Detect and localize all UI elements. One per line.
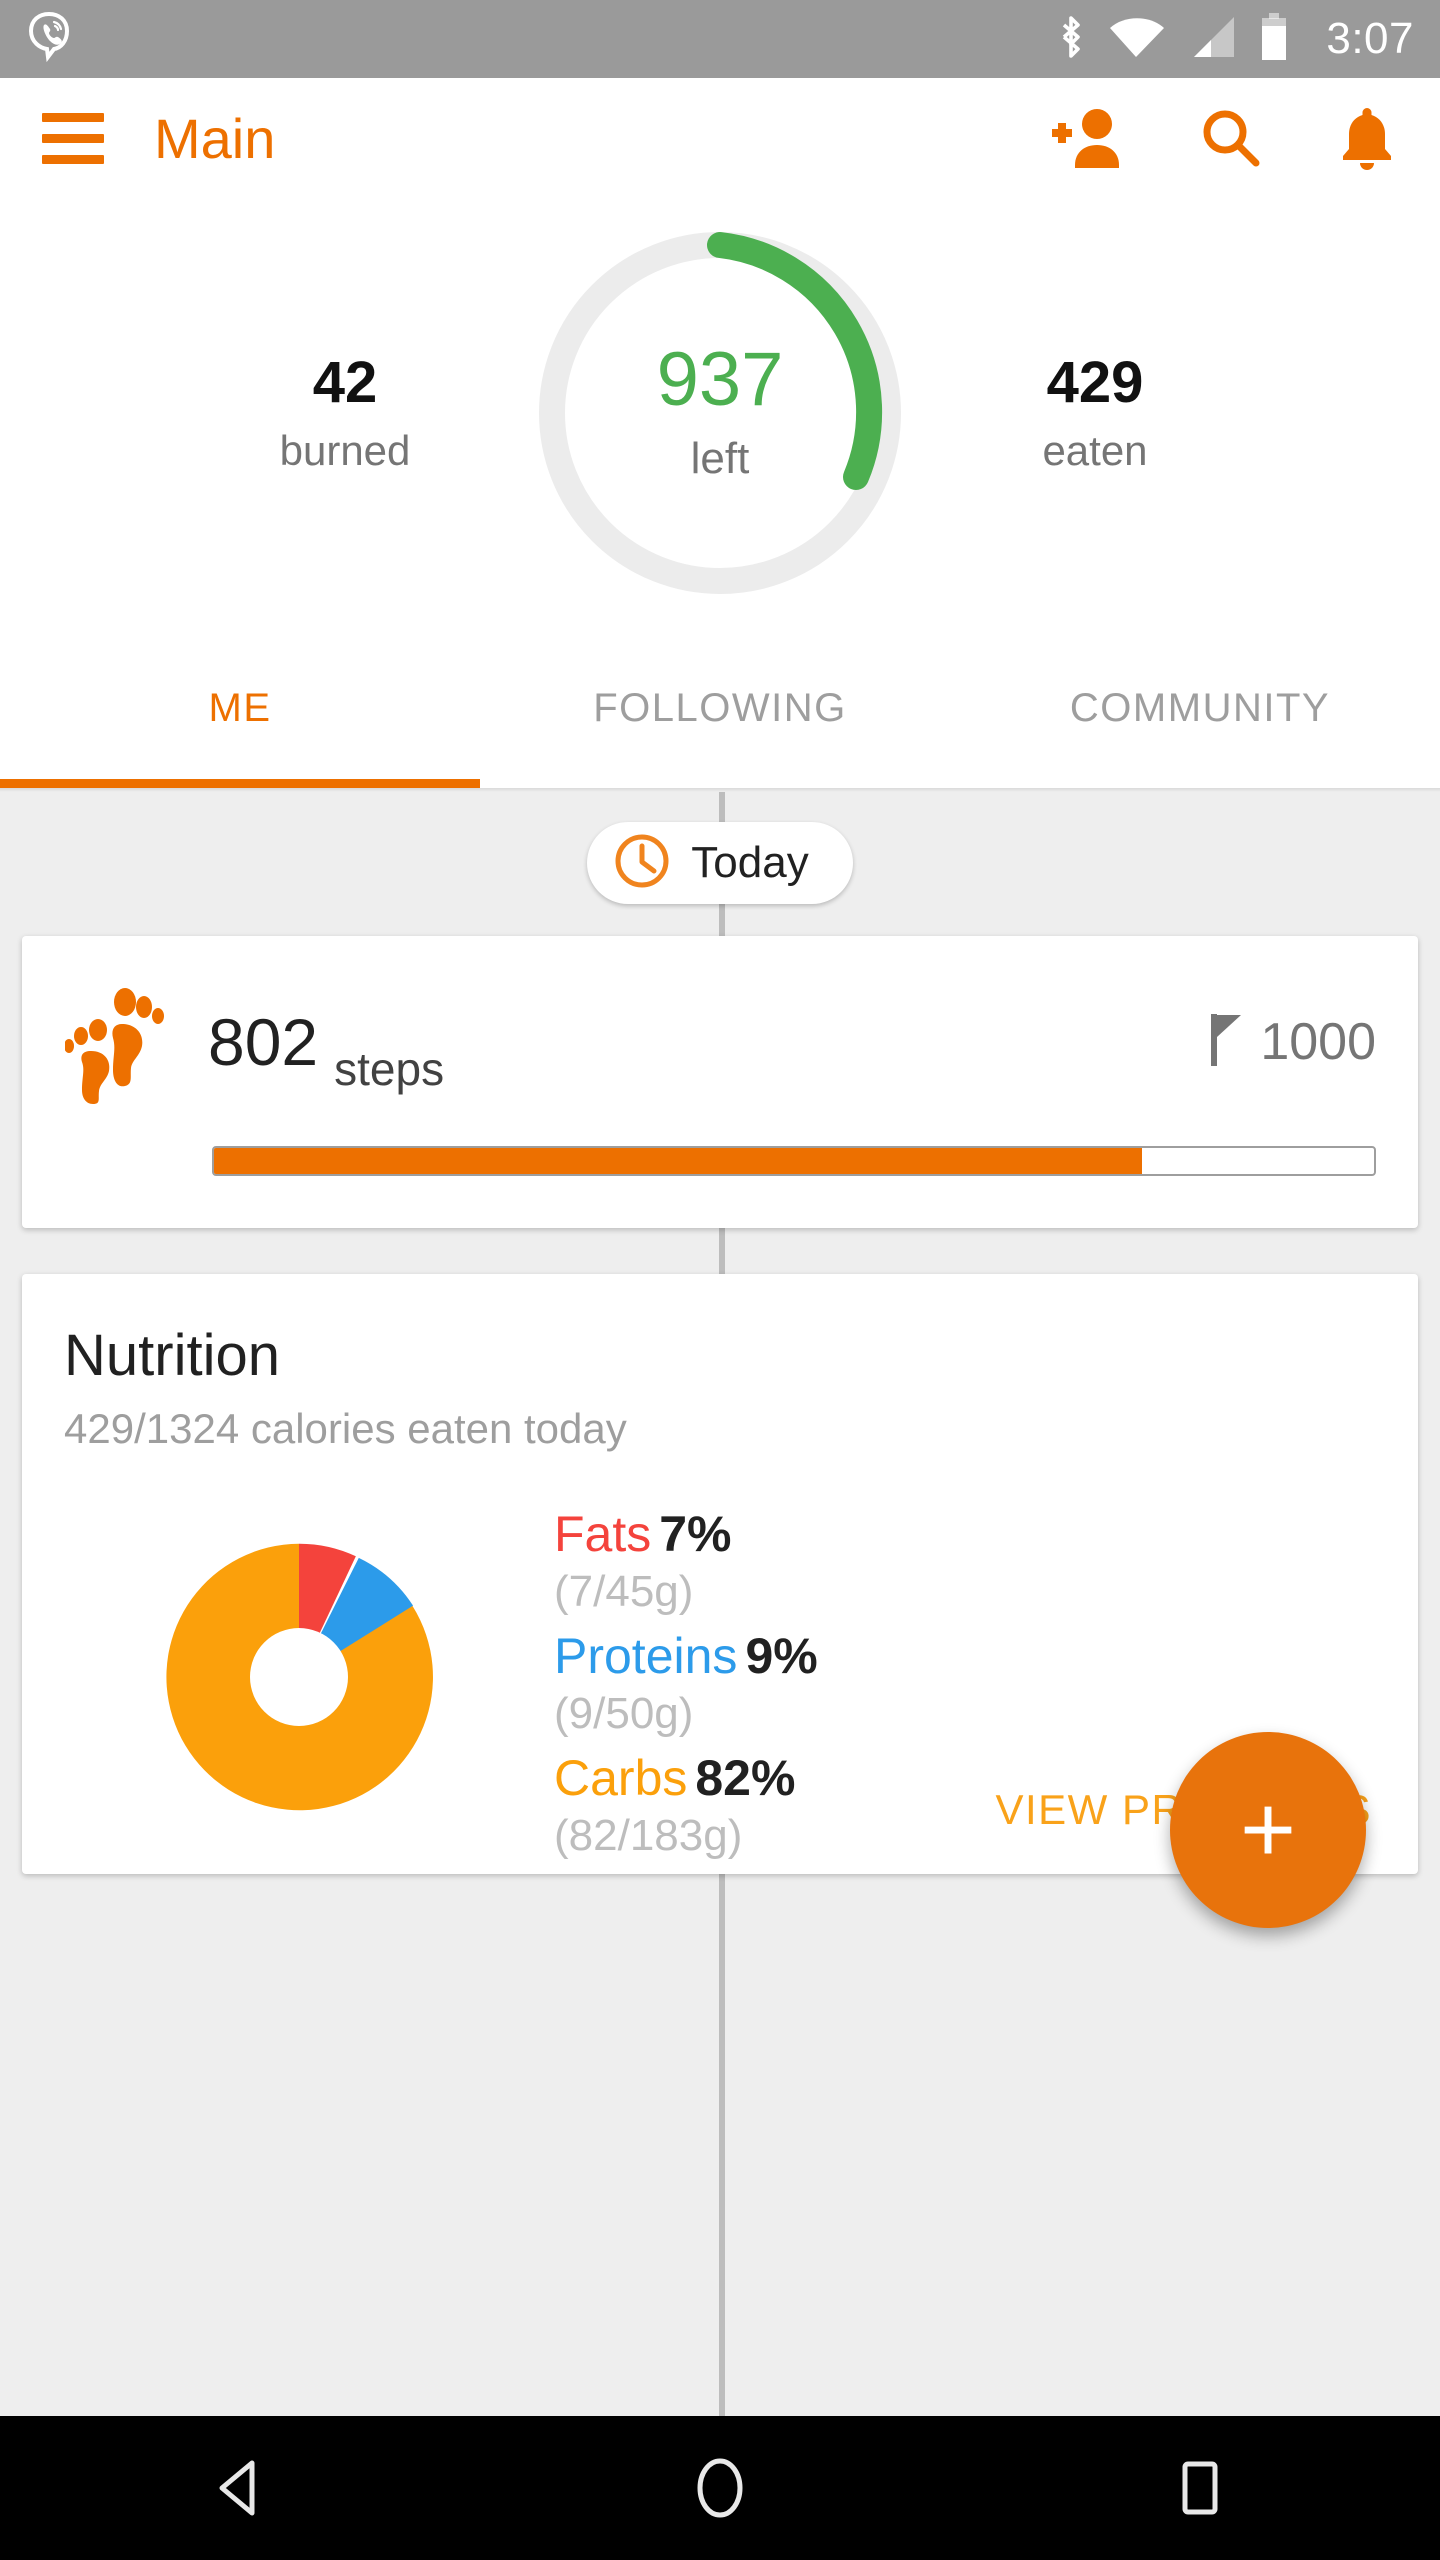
eaten-stat: 429 eaten	[930, 351, 1260, 475]
flag-icon	[1210, 1012, 1244, 1073]
back-triangle-icon[interactable]	[160, 2416, 320, 2560]
fats-label: Fats	[554, 1506, 652, 1562]
proteins-detail: (9/50g)	[554, 1689, 694, 1738]
cell-signal-icon	[1186, 15, 1236, 64]
page-title: Main	[154, 106, 276, 170]
legend-item-proteins: Proteins 9% (9/50g)	[554, 1627, 818, 1739]
fats-percent: 7%	[659, 1506, 732, 1562]
search-icon[interactable]	[1198, 105, 1264, 171]
app-bar: Main	[0, 78, 1440, 198]
status-bar-right: 3:07	[1056, 12, 1414, 67]
proteins-percent: 9%	[745, 1628, 818, 1684]
add-person-icon[interactable]	[1048, 107, 1126, 169]
carbs-percent: 82%	[695, 1750, 796, 1806]
viber-icon	[26, 11, 72, 68]
bell-icon[interactable]	[1336, 104, 1398, 172]
calories-left-ring: 937 left	[510, 213, 930, 613]
today-chip[interactable]: Today	[587, 822, 853, 904]
status-bar-clock: 3:07	[1326, 14, 1414, 63]
status-bar-left	[26, 11, 72, 68]
hamburger-menu-icon[interactable]	[42, 112, 104, 164]
tab-community[interactable]: COMMUNITY	[960, 686, 1440, 731]
steps-progress-fill	[214, 1148, 1142, 1174]
calories-left-value: 937	[656, 337, 784, 422]
steps-goal-value: 1000	[1260, 1013, 1376, 1071]
recents-square-icon[interactable]	[1120, 2416, 1280, 2560]
status-bar: 3:07	[0, 0, 1440, 78]
steps-card[interactable]: 802 steps 1000	[22, 936, 1418, 1228]
legend-item-carbs: Carbs 82% (82/183g)	[554, 1749, 818, 1861]
proteins-label: Proteins	[554, 1628, 738, 1684]
home-circle-icon[interactable]	[640, 2416, 800, 2560]
android-nav-bar	[0, 2416, 1440, 2560]
plus-icon: +	[1239, 1776, 1297, 1884]
tab-bar: ME FOLLOWING COMMUNITY	[0, 628, 1440, 788]
steps-unit-label: steps	[334, 1043, 445, 1095]
steps-progress-bar	[212, 1146, 1376, 1176]
steps-card-header: 802 steps 1000	[64, 980, 1376, 1104]
today-row: Today	[0, 792, 1440, 912]
calories-left-label: left	[690, 434, 750, 483]
legend-item-fats: Fats 7% (7/45g)	[554, 1505, 818, 1617]
eaten-label: eaten	[1042, 426, 1148, 474]
nutrition-card[interactable]: Nutrition 429/1324 calories eaten today …	[22, 1274, 1418, 1928]
bluetooth-icon	[1056, 13, 1086, 66]
battery-icon	[1258, 12, 1290, 67]
wifi-icon	[1108, 15, 1165, 64]
donut-chart-icon	[166, 1543, 433, 1811]
steps-value: 802	[208, 1005, 319, 1079]
carbs-detail: (82/183g)	[554, 1811, 743, 1860]
nutrition-subtitle: 429/1324 calories eaten today	[64, 1405, 627, 1452]
eaten-value: 429	[1046, 350, 1144, 416]
nutrition-title: Nutrition	[64, 1323, 280, 1388]
ring-center-labels: 937 left	[510, 213, 930, 613]
calorie-summary: 42 burned 937 left 429 eaten	[0, 198, 1440, 628]
tab-me[interactable]: ME	[0, 686, 480, 731]
steps-goal: 1000	[1210, 1012, 1376, 1073]
burned-stat: 42 burned	[180, 351, 510, 475]
tab-following[interactable]: FOLLOWING	[480, 686, 960, 731]
burned-label: burned	[279, 426, 411, 474]
app-bar-actions	[1048, 104, 1398, 172]
today-label: Today	[691, 838, 809, 887]
active-tab-indicator	[0, 779, 480, 788]
macro-donut-chart	[64, 1475, 534, 1873]
clock-icon	[613, 832, 671, 895]
fats-detail: (7/45g)	[554, 1567, 694, 1616]
burned-value: 42	[312, 350, 378, 416]
add-entry-fab[interactable]: +	[1170, 1732, 1366, 1928]
macro-legend: Fats 7% (7/45g) Proteins 9% (9/50g) Carbs 8…	[554, 1475, 818, 1871]
feed-content: Today 802 steps 1000 Nutrition 429/1324 …	[0, 792, 1440, 2442]
carbs-label: Carbs	[554, 1750, 688, 1806]
footprints-icon	[64, 980, 170, 1104]
